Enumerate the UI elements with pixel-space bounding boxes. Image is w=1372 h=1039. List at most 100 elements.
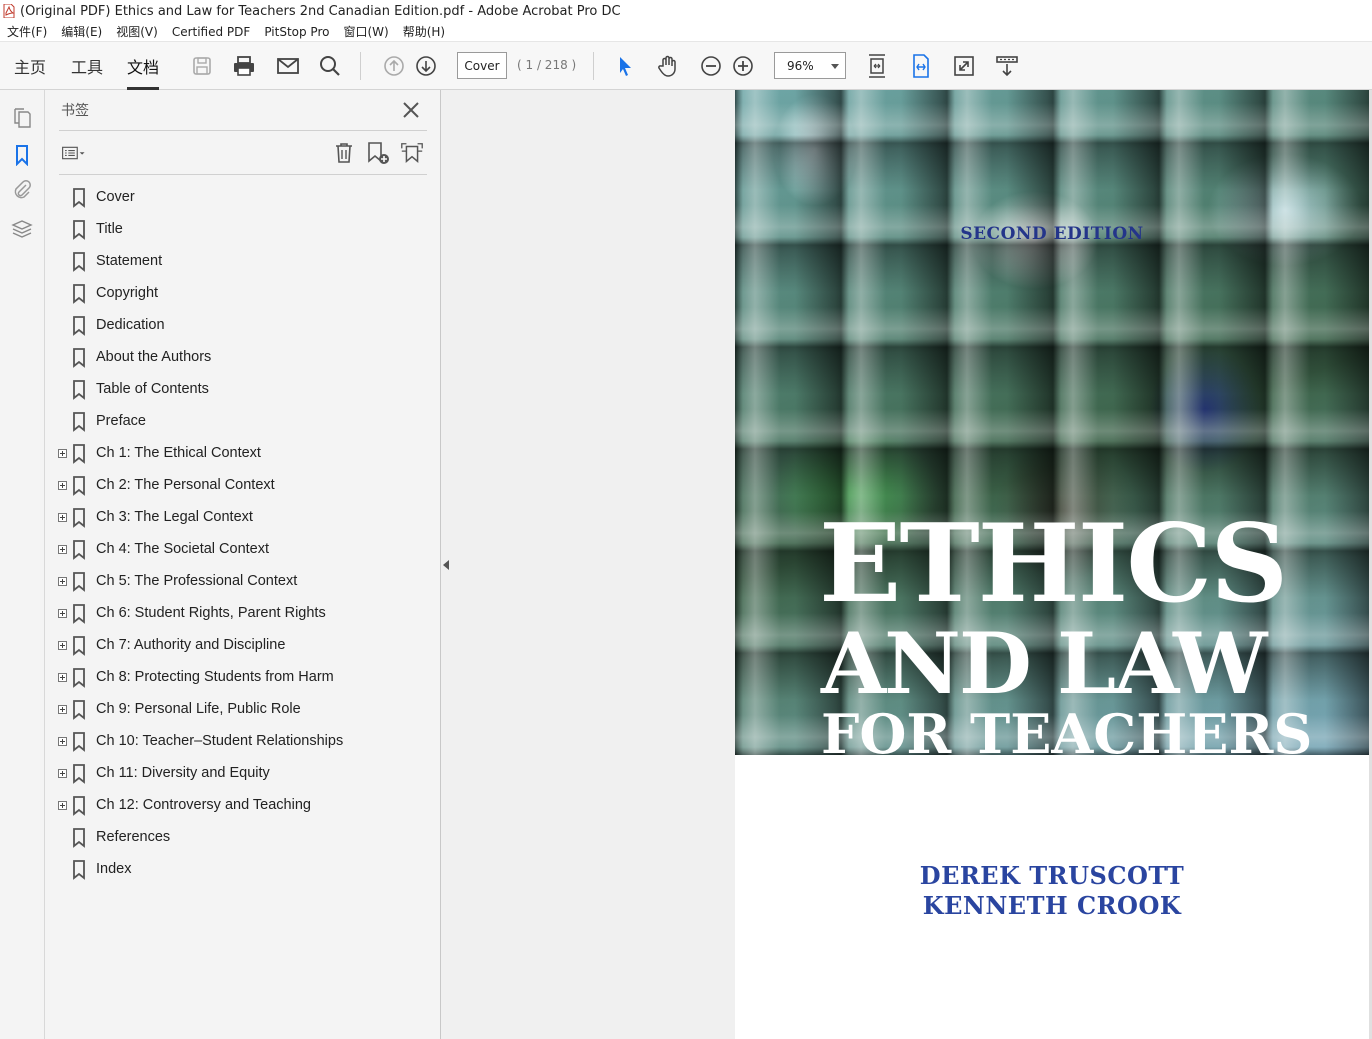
bookmark-item[interactable]: Statement [45, 246, 441, 278]
cover-image: SECOND EDITION ETHICS AND LAW FOR TEACHE… [735, 90, 1369, 755]
menu-certified-pdf[interactable]: Certified PDF [165, 25, 258, 39]
bookmark-item[interactable]: Copyright [45, 278, 441, 310]
bookmark-icon [72, 796, 86, 816]
close-icon[interactable] [401, 100, 421, 120]
pages-icon[interactable] [10, 106, 34, 130]
new-bookmark-icon[interactable] [365, 140, 391, 166]
expand-icon[interactable] [58, 545, 67, 554]
bookmark-label: Ch 5: The Professional Context [96, 573, 298, 589]
bookmark-item[interactable]: Ch 9: Personal Life, Public Role [45, 694, 441, 726]
tab-document[interactable]: 文档 [127, 54, 160, 90]
zoom-value: 96% [787, 58, 814, 73]
page-number-input[interactable]: Cover [457, 52, 507, 79]
expand-icon[interactable] [58, 481, 67, 490]
bookmark-label: Ch 2: The Personal Context [96, 477, 275, 493]
bookmark-icon [72, 572, 86, 592]
fullscreen-icon[interactable] [951, 53, 977, 79]
bookmark-item[interactable]: References [45, 822, 441, 854]
tab-tools[interactable]: 工具 [71, 54, 103, 78]
expand-icon[interactable] [58, 609, 67, 618]
save-icon[interactable] [189, 53, 215, 79]
chevron-down-icon [831, 64, 839, 69]
hand-icon[interactable] [655, 53, 681, 79]
bookmark-label: Title [96, 221, 123, 237]
bookmark-icon [72, 444, 86, 464]
select-arrow-icon[interactable] [612, 53, 638, 79]
bookmark-label: Ch 4: The Societal Context [96, 541, 270, 557]
bookmark-label: Index [96, 861, 132, 877]
next-page-icon[interactable] [413, 53, 439, 79]
cover-edition: SECOND EDITION [960, 224, 1144, 244]
bookmark-label: Ch 12: Controversy and Teaching [96, 797, 311, 813]
bookmark-item[interactable]: Ch 8: Protecting Students from Harm [45, 662, 441, 694]
expand-icon[interactable] [58, 737, 67, 746]
cover-author-1: DEREK TRUSCOTT [919, 861, 1185, 890]
menu-window[interactable]: 窗口(W) [336, 23, 395, 40]
expand-icon[interactable] [58, 513, 67, 522]
menu-file[interactable]: 文件(F) [0, 23, 54, 40]
bookmark-item[interactable]: Ch 12: Controversy and Teaching [45, 790, 441, 822]
bookmark-item[interactable]: Title [45, 214, 441, 246]
bookmark-item[interactable]: Index [45, 854, 441, 886]
bookmark-item[interactable]: Ch 4: The Societal Context [45, 534, 441, 566]
bookmark-label: Cover [96, 189, 135, 205]
bookmark-item[interactable]: Ch 1: The Ethical Context [45, 438, 441, 470]
menu-edit[interactable]: 编辑(E) [54, 23, 109, 40]
email-icon[interactable] [275, 53, 301, 79]
expand-icon[interactable] [58, 705, 67, 714]
menu-help[interactable]: 帮助(H) [396, 23, 452, 40]
menu-pitstop-pro[interactable]: PitStop Pro [257, 25, 336, 39]
expand-icon[interactable] [58, 801, 67, 810]
zoom-select[interactable]: 96% [774, 52, 846, 79]
zoom-in-icon[interactable] [730, 53, 756, 79]
attachment-icon[interactable] [10, 178, 34, 202]
bookmark-icon [72, 220, 86, 240]
bookmark-item[interactable]: Ch 3: The Legal Context [45, 502, 441, 534]
bookmark-icon[interactable] [10, 143, 34, 167]
bookmark-item[interactable]: Preface [45, 406, 441, 438]
delete-icon[interactable] [331, 140, 357, 166]
bookmark-item[interactable]: About the Authors [45, 342, 441, 374]
bookmark-list: Cover Title Statement Copyright Dedication Ab… [45, 182, 441, 886]
bookmark-icon [72, 700, 86, 720]
toolbar-separator [360, 52, 361, 80]
read-mode-icon[interactable] [994, 53, 1020, 79]
expand-icon[interactable] [58, 577, 67, 586]
expand-icon[interactable] [58, 449, 67, 458]
bookmark-from-structure-icon[interactable] [399, 140, 425, 166]
cover-title-line1: ETHICS [819, 501, 1288, 627]
tab-home[interactable]: 主页 [14, 54, 46, 78]
fit-width-icon[interactable] [908, 53, 934, 79]
bookmark-icon [72, 316, 86, 336]
expand-icon[interactable] [58, 673, 67, 682]
zoom-out-icon[interactable] [698, 53, 724, 79]
bookmark-item[interactable]: Cover [45, 182, 441, 214]
expand-icon[interactable] [58, 769, 67, 778]
bookmark-icon [72, 508, 86, 528]
layers-icon[interactable] [10, 217, 34, 241]
pdf-page[interactable]: SECOND EDITION ETHICS AND LAW FOR TEACHE… [735, 90, 1369, 1039]
collapse-panel-icon[interactable] [443, 560, 449, 570]
bookmark-icon [72, 860, 86, 880]
bookmark-item[interactable]: Ch 2: The Personal Context [45, 470, 441, 502]
bookmark-item[interactable]: Ch 11: Diversity and Equity [45, 758, 441, 790]
navigation-rail [0, 90, 45, 1039]
expand-icon[interactable] [58, 641, 67, 650]
bookmark-label: References [96, 829, 171, 845]
bookmark-item[interactable]: Dedication [45, 310, 441, 342]
bookmarks-panel: 书签 Cover Title Statement Copyright Dedicatio… [45, 90, 441, 1039]
print-icon[interactable] [231, 53, 257, 79]
prev-page-icon[interactable] [381, 53, 407, 79]
bookmark-item[interactable]: Ch 7: Authority and Discipline [45, 630, 441, 662]
fit-page-icon[interactable] [864, 53, 890, 79]
main-toolbar: 主页 工具 文档 [0, 42, 1372, 90]
options-menu-icon[interactable] [61, 140, 87, 166]
bookmark-item[interactable]: Ch 6: Student Rights, Parent Rights [45, 598, 441, 630]
bookmark-icon [72, 476, 86, 496]
menu-view[interactable]: 视图(V) [109, 23, 165, 40]
search-icon[interactable] [317, 53, 343, 79]
bookmark-label: Ch 7: Authority and Discipline [96, 637, 286, 653]
bookmark-item[interactable]: Ch 10: Teacher–Student Relationships [45, 726, 441, 758]
bookmark-item[interactable]: Table of Contents [45, 374, 441, 406]
bookmark-item[interactable]: Ch 5: The Professional Context [45, 566, 441, 598]
